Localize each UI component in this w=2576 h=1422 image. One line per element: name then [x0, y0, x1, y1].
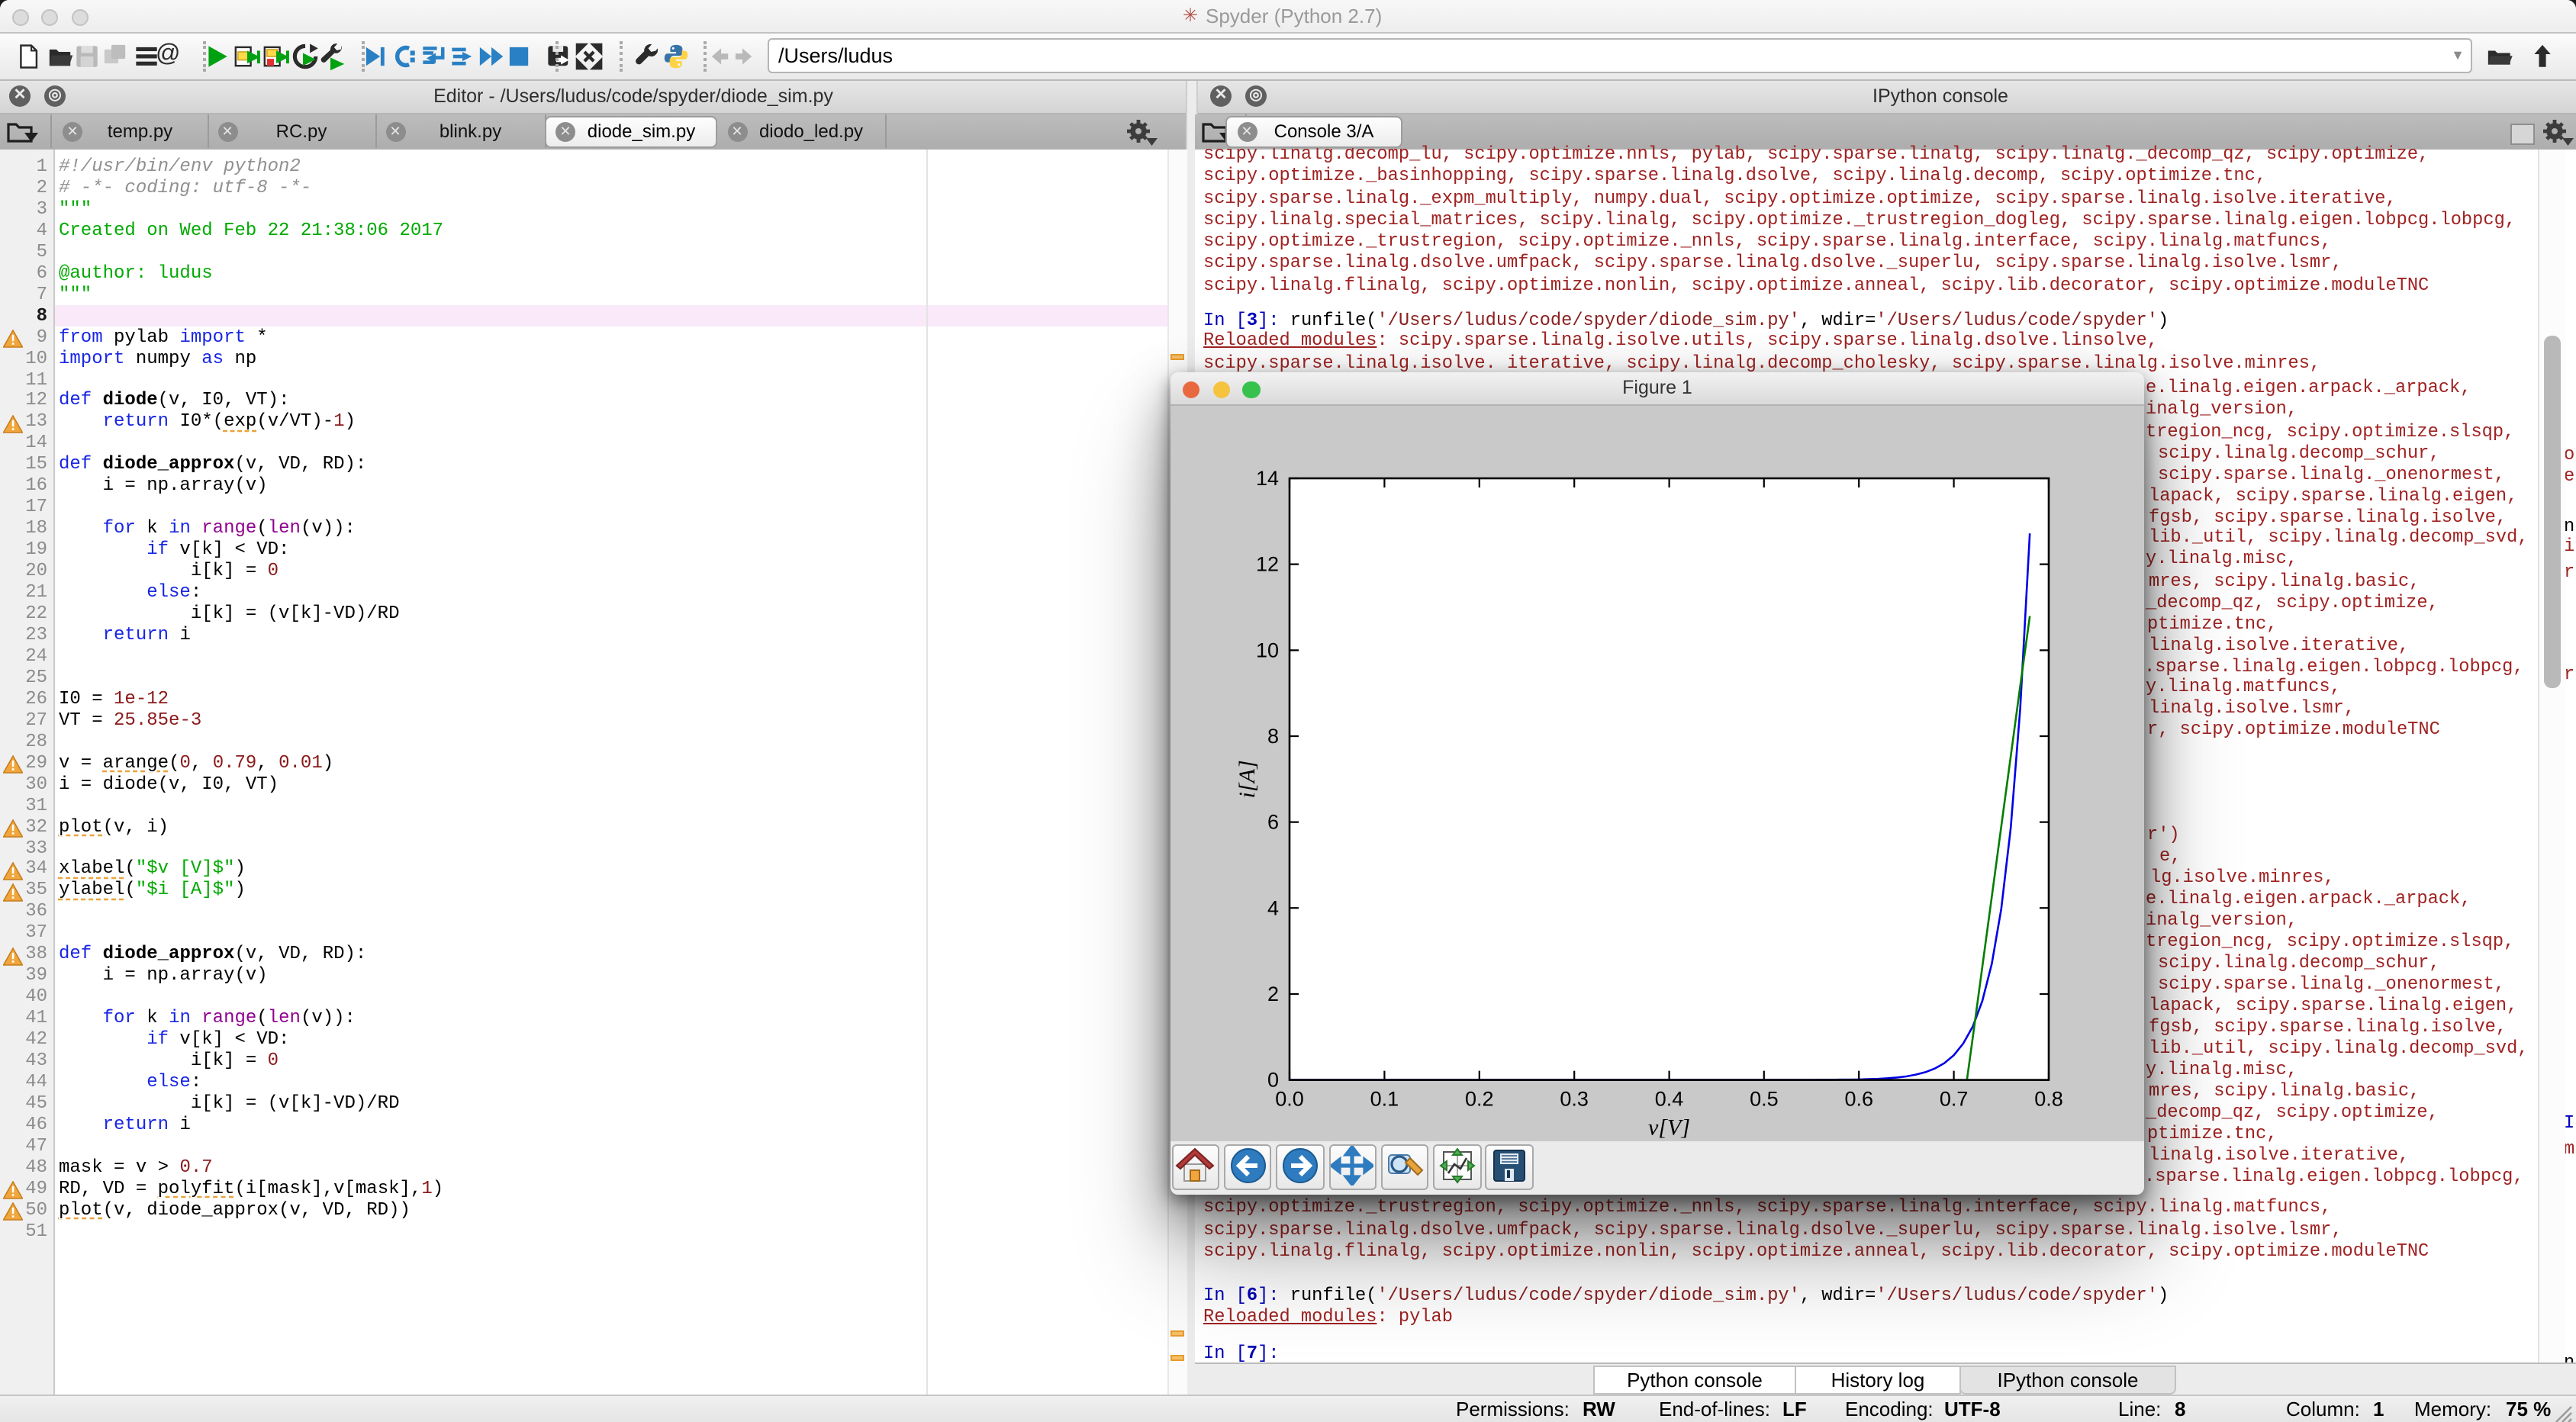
svg-text:4: 4	[1267, 896, 1279, 919]
svg-text:0.1: 0.1	[1370, 1087, 1399, 1110]
svg-text:14: 14	[1256, 466, 1279, 489]
svg-text:10: 10	[1256, 638, 1279, 661]
svg-text:6: 6	[1267, 810, 1279, 833]
svg-text:8: 8	[1267, 724, 1279, 747]
svg-text:v[V]: v[V]	[1648, 1115, 1690, 1140]
svg-text:0.6: 0.6	[1844, 1087, 1873, 1110]
svg-text:0.0: 0.0	[1275, 1087, 1304, 1110]
svg-text:12: 12	[1256, 552, 1279, 575]
svg-text:i[A]: i[A]	[1235, 759, 1260, 797]
svg-text:0.3: 0.3	[1560, 1087, 1589, 1110]
svg-text:0.2: 0.2	[1465, 1087, 1494, 1110]
svg-text:0.5: 0.5	[1750, 1087, 1779, 1110]
svg-text:0.7: 0.7	[1940, 1087, 1969, 1110]
svg-text:0.8: 0.8	[2034, 1087, 2063, 1110]
svg-text:2: 2	[1267, 982, 1279, 1005]
svg-text:0.4: 0.4	[1655, 1087, 1684, 1110]
